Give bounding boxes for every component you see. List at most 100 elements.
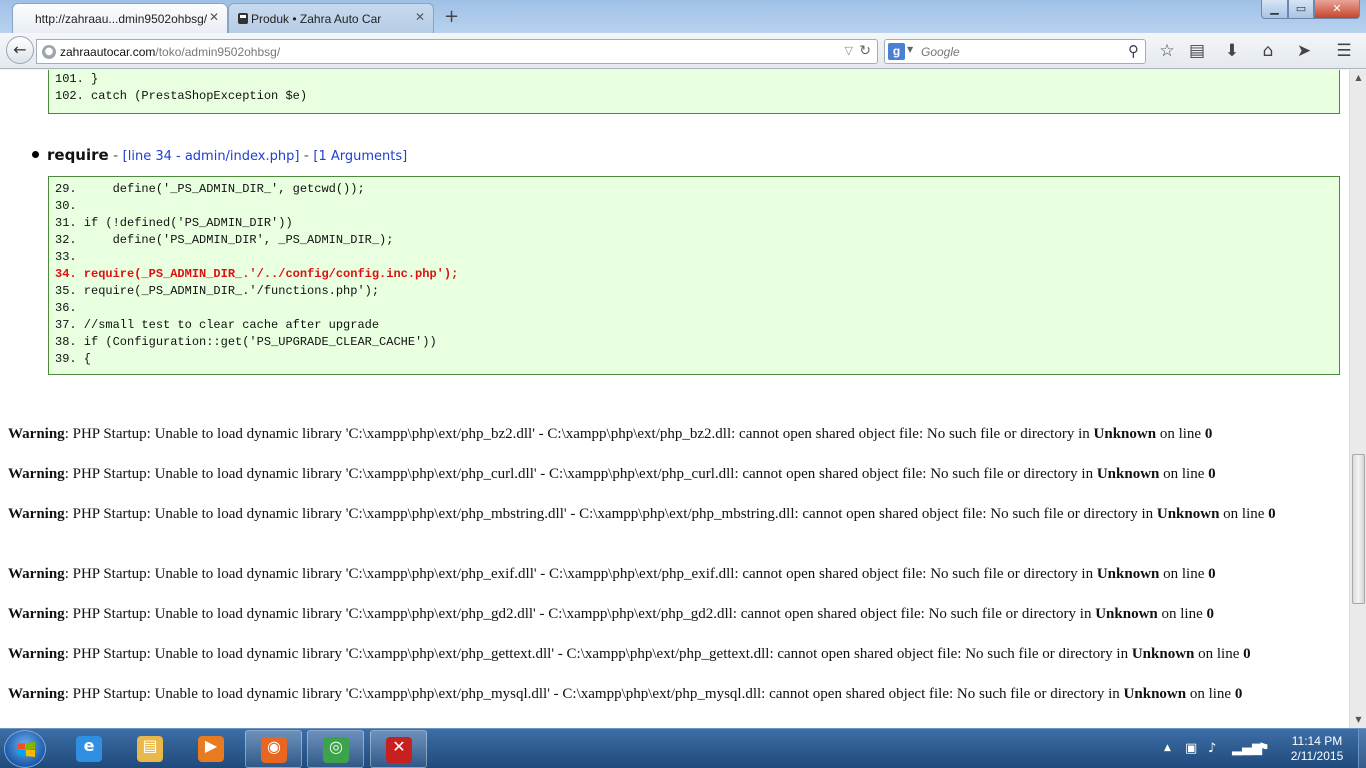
globe-icon[interactable]: ●	[42, 45, 56, 59]
maximize-button[interactable]: ▭	[1288, 0, 1314, 19]
code-line: 35. require(_PS_ADMIN_DIR_.'/functions.p…	[55, 284, 380, 298]
warning-line-number: 0	[1206, 606, 1215, 622]
taskbar-app-button[interactable]: ◉	[245, 730, 302, 768]
scroll-down-icon[interactable]: ▼	[1350, 712, 1366, 728]
menu-icon[interactable]: ☰	[1333, 40, 1355, 62]
taskbar-app-button[interactable]: ▤	[122, 730, 179, 768]
bullet-icon	[32, 151, 39, 158]
warning-message: : PHP Startup: Unable to load dynamic li…	[64, 466, 1097, 482]
warning-location: Unknown	[1131, 646, 1195, 662]
scroll-thumb[interactable]	[1352, 454, 1365, 604]
code-line: 29. define('_PS_ADMIN_DIR_', getcwd());	[55, 182, 365, 196]
clock[interactable]: 11:14 PM 2/11/2015	[1280, 734, 1354, 764]
taskbar-app-button[interactable]: ▶	[183, 730, 240, 768]
warning-online: on line	[1156, 426, 1205, 442]
trace-location-link[interactable]: [line 34 - admin/index.php]	[123, 149, 300, 164]
php-warning: Warning: PHP Startup: Unable to load dyn…	[8, 564, 1338, 584]
action-center-icon[interactable]: ⚑	[1258, 741, 1270, 756]
search-input[interactable]: Google	[921, 45, 960, 59]
search-bar[interactable]: g ▼ Google ⚲	[884, 39, 1146, 64]
browser-tab-strip: http://zahraau...dmin9502ohbsg/ ✕ Produk…	[0, 0, 1366, 33]
code-line: 33.	[55, 250, 77, 264]
tab-label: Produk • Zahra Auto Car	[251, 12, 382, 26]
warning-message: : PHP Startup: Unable to load dynamic li…	[64, 506, 1157, 522]
downloads-icon[interactable]: ⬇	[1221, 40, 1243, 62]
bookmarks-list-icon[interactable]: ▤	[1186, 40, 1208, 62]
code-line: 38. if (Configuration::get('PS_UPGRADE_C…	[55, 335, 437, 349]
clock-date: 2/11/2015	[1290, 749, 1344, 763]
chrome-icon: ◎	[323, 737, 349, 763]
trace-arguments-link[interactable]: [1 Arguments]	[313, 149, 407, 164]
warning-location: Unknown	[1095, 606, 1158, 622]
warning-online: on line	[1194, 646, 1244, 662]
close-window-button[interactable]: ✕	[1314, 0, 1360, 19]
php-warning: Warning: PHP Startup: Unable to load dyn…	[8, 424, 1338, 444]
warning-label: Warning	[8, 606, 65, 622]
warning-online: on line	[1157, 606, 1207, 622]
warning-online: on line	[1186, 686, 1235, 702]
code-line: 39. {	[55, 352, 92, 366]
code-line-highlighted: 34. require(_PS_ADMIN_DIR_.'/../config/c…	[55, 267, 459, 281]
warning-label: Warning	[8, 466, 65, 482]
file-explorer-icon: ▤	[137, 736, 163, 762]
php-warning: Warning: PHP Startup: Unable to load dyn…	[8, 504, 1338, 524]
warning-location: Unknown	[1093, 426, 1157, 442]
vertical-scrollbar[interactable]: ▲ ▼	[1349, 70, 1366, 728]
warning-message: : PHP Startup: Unable to load dynamic li…	[64, 686, 1124, 702]
warning-label: Warning	[8, 506, 65, 522]
media-player-icon: ▶	[198, 736, 224, 762]
show-desktop-button[interactable]	[1358, 729, 1366, 768]
warning-online: on line	[1219, 506, 1269, 522]
home-icon[interactable]: ⌂	[1257, 40, 1279, 62]
php-warning: Warning: PHP Startup: Unable to load dyn…	[8, 644, 1338, 664]
close-tab-icon[interactable]: ✕	[209, 10, 219, 24]
taskbar: e ▤ ▶ ◉ ◎ ✕ ▲ ▣ ♪ ▂▄▆ ⚑ 11:14 PM 2/11/2015	[0, 728, 1366, 768]
search-icon[interactable]: ⚲	[1128, 42, 1139, 60]
warning-message: : PHP Startup: Unable to load dynamic li…	[64, 426, 1094, 442]
send-icon[interactable]: ➤	[1293, 40, 1315, 62]
trace-separator: -	[108, 148, 123, 164]
warning-line-number: 0	[1204, 426, 1213, 442]
warning-line-number: 0	[1208, 566, 1216, 582]
device-icon[interactable]: ▣	[1185, 741, 1197, 756]
url-history-dropdown-icon[interactable]: ▽	[845, 44, 853, 57]
code-line: 31. if (!defined('PS_ADMIN_DIR'))	[55, 216, 293, 230]
minimize-button[interactable]: ▁	[1261, 0, 1288, 19]
code-box-top: 101. } 102. catch (PrestaShopException $…	[48, 70, 1340, 114]
url-bar[interactable]: ● zahraautocar.com/toko/admin9502ohbsg/ …	[36, 39, 878, 64]
trace-function: require	[47, 146, 109, 164]
show-hidden-icons-icon[interactable]: ▲	[1164, 743, 1171, 753]
close-tab-icon[interactable]: ✕	[415, 10, 425, 24]
firefox-icon: ◉	[261, 737, 287, 763]
volume-icon[interactable]: ♪	[1208, 741, 1216, 756]
new-tab-button[interactable]: +	[444, 6, 459, 27]
bookmark-star-icon[interactable]: ☆	[1156, 40, 1178, 62]
search-engine-dropdown-icon[interactable]: ▼	[907, 45, 913, 54]
php-warning: Warning: PHP Startup: Unable to load dyn…	[8, 464, 1338, 484]
tab-active[interactable]: http://zahraau...dmin9502ohbsg/ ✕	[12, 3, 228, 33]
start-button[interactable]	[4, 730, 46, 768]
url-path: /toko/admin9502ohbsg/	[155, 45, 281, 59]
warning-label: Warning	[8, 426, 65, 442]
code-line: 37. //small test to clear cache after up…	[55, 318, 380, 332]
scroll-up-icon[interactable]: ▲	[1350, 70, 1366, 86]
back-button[interactable]: ←	[6, 36, 34, 64]
taskbar-app-button[interactable]: ✕	[370, 730, 427, 768]
google-icon[interactable]: g	[888, 43, 905, 60]
taskbar-app-button[interactable]: ◎	[307, 730, 364, 768]
taskbar-app-button[interactable]: e	[61, 730, 118, 768]
internet-explorer-icon: e	[76, 736, 102, 762]
warning-line-number: 0	[1234, 686, 1243, 702]
warning-message: : PHP Startup: Unable to load dynamic li…	[64, 606, 1096, 622]
url-text[interactable]: zahraautocar.com/toko/admin9502ohbsg/	[60, 45, 280, 59]
warning-online: on line	[1159, 466, 1209, 482]
warning-message: : PHP Startup: Unable to load dynamic li…	[64, 646, 1132, 662]
url-host: zahraautocar.com	[60, 45, 156, 59]
stack-trace-item: require - [line 34 - admin/index.php] - …	[32, 146, 407, 164]
reload-icon[interactable]: ↻	[859, 43, 871, 59]
code-line: 101. }	[55, 72, 99, 86]
warning-label: Warning	[8, 646, 65, 662]
warning-line-number: 0	[1208, 466, 1216, 482]
warning-message: : PHP Startup: Unable to load dynamic li…	[64, 566, 1097, 582]
tab-produk[interactable]: Produk • Zahra Auto Car ✕	[228, 3, 434, 33]
